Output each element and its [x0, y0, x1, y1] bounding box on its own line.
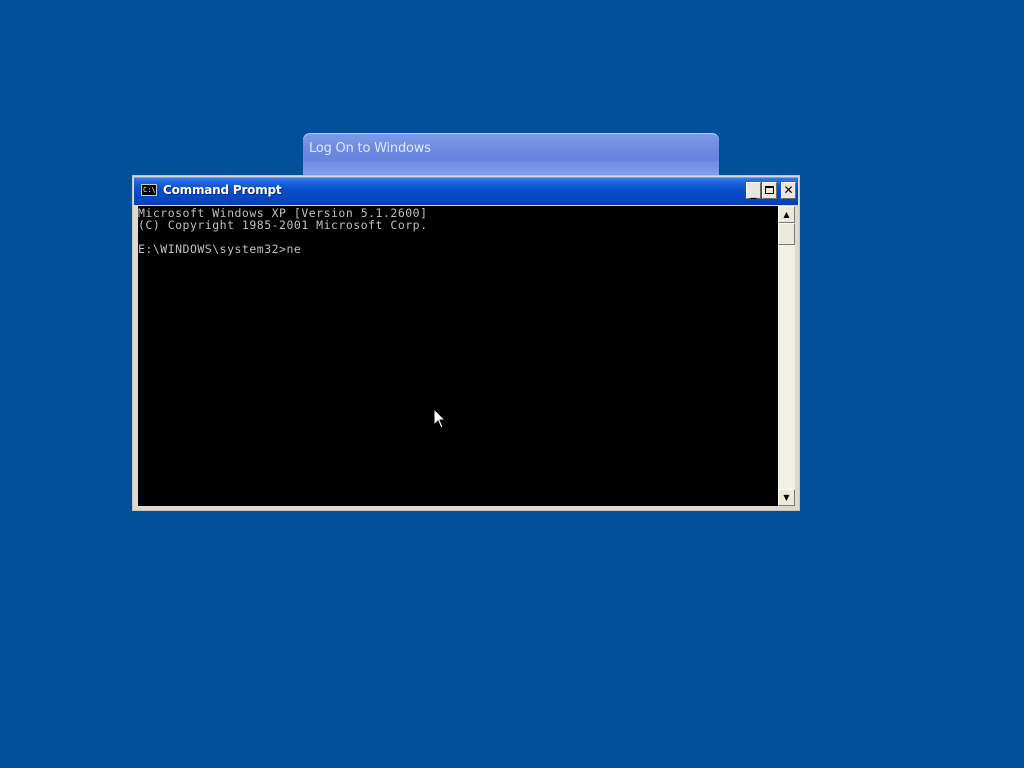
minimize-icon: _ [750, 185, 757, 199]
close-icon: ✕ [783, 183, 794, 197]
desktop: Log On to Windows C:\ Command Prompt _ ✕… [0, 0, 1024, 768]
scroll-up-arrow-icon: ▲ [783, 210, 790, 219]
console-output[interactable]: Microsoft Windows XP [Version 5.1.2600] … [138, 206, 778, 506]
scroll-down-arrow-icon: ▼ [783, 493, 790, 502]
vertical-scrollbar[interactable]: ▲ ▼ [778, 206, 795, 506]
scroll-up-button[interactable]: ▲ [778, 206, 795, 223]
close-button[interactable]: ✕ [781, 182, 796, 199]
cmd-app-icon[interactable]: C:\ [141, 184, 157, 196]
maximize-button[interactable] [762, 182, 777, 199]
console-line: (C) Copyright 1985-2001 Microsoft Corp. [138, 218, 428, 232]
maximize-icon [765, 186, 774, 194]
window-titlebar[interactable]: C:\ Command Prompt _ ✕ [134, 177, 798, 205]
logon-dialog-title: Log On to Windows [309, 141, 431, 156]
scroll-down-button[interactable]: ▼ [778, 489, 795, 506]
minimize-button[interactable]: _ [746, 182, 761, 199]
command-prompt-window[interactable]: C:\ Command Prompt _ ✕ Microsoft Windows… [132, 175, 800, 511]
window-title: Command Prompt [163, 183, 282, 197]
mouse-pointer-icon [433, 408, 447, 429]
console-prompt-line[interactable]: E:\WINDOWS\system32>ne [138, 243, 778, 255]
scrollbar-thumb[interactable] [778, 223, 795, 245]
